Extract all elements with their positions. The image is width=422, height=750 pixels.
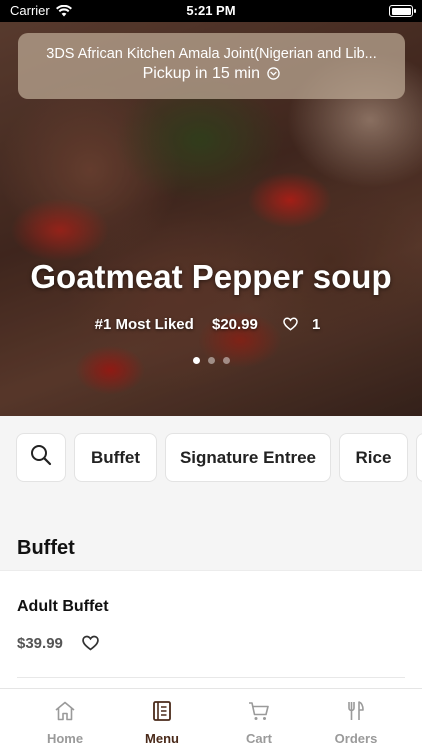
restaurant-pickup-card[interactable]: 3DS African Kitchen Amala Joint(Nigerian… xyxy=(18,33,405,99)
menu-item-price: $39.99 xyxy=(17,635,63,652)
section-title: Buffet xyxy=(17,537,75,559)
menu-book-icon xyxy=(112,699,212,723)
battery-icon xyxy=(389,5,416,17)
search-button[interactable] xyxy=(16,433,66,482)
category-chip-buffet[interactable]: Buffet xyxy=(74,433,157,482)
home-icon xyxy=(15,699,115,723)
featured-dish-title: Goatmeat Pepper soup xyxy=(30,258,392,295)
menu-item-name: Adult Buffet xyxy=(17,598,109,615)
favorite-heart-icon[interactable] xyxy=(82,635,99,656)
app-screen: Carrier 5:21 PM 3DS African Kitchen Amal… xyxy=(0,0,422,750)
cart-icon xyxy=(209,699,309,723)
like-count[interactable]: 1 xyxy=(276,316,327,333)
tab-cart[interactable]: Cart xyxy=(209,699,309,746)
tab-orders[interactable]: Orders xyxy=(306,699,406,746)
category-chip-more[interactable] xyxy=(416,433,422,482)
tab-menu[interactable]: Menu xyxy=(112,699,212,746)
clock-time: 5:21 PM xyxy=(186,3,236,18)
featured-dish-meta: #1 Most Liked $20.99 1 xyxy=(0,316,422,335)
category-chip-bar[interactable]: Buffet Signature Entree Rice xyxy=(0,416,422,500)
heart-icon xyxy=(283,317,298,335)
pickup-time-label: Pickup in 15 min xyxy=(142,65,260,82)
category-chip-rice[interactable]: Rice xyxy=(339,433,408,482)
tab-menu-label: Menu xyxy=(145,731,179,746)
like-count-value: 1 xyxy=(312,316,321,333)
carousel-dot[interactable] xyxy=(222,357,230,364)
carousel-page-indicator[interactable] xyxy=(0,357,422,364)
tab-orders-label: Orders xyxy=(334,731,378,746)
category-chip-signature-entree[interactable]: Signature Entree xyxy=(165,433,331,482)
chevron-down-circle-icon xyxy=(267,67,281,85)
tab-home-label: Home xyxy=(46,731,84,746)
fork-knife-icon xyxy=(306,699,406,723)
featured-dish-banner[interactable]: Carrier 5:21 PM 3DS African Kitchen Amal… xyxy=(0,0,422,416)
carousel-dot[interactable] xyxy=(207,357,215,364)
carousel-dot[interactable] xyxy=(192,357,200,364)
most-liked-badge: #1 Most Liked xyxy=(94,316,194,333)
search-icon xyxy=(30,444,52,471)
tab-cart-label: Cart xyxy=(245,731,272,746)
bottom-tab-bar: Home Menu Cart Orders xyxy=(0,688,422,750)
status-bar: Carrier 5:21 PM xyxy=(0,0,422,22)
restaurant-name: 3DS African Kitchen Amala Joint(Nigerian… xyxy=(46,46,377,62)
featured-dish-price: $20.99 xyxy=(211,316,258,333)
divider xyxy=(17,677,405,678)
pickup-time-selector[interactable]: Pickup in 15 min xyxy=(18,65,405,85)
menu-item-card[interactable]: Adult Buffet $39.99 xyxy=(0,570,422,690)
tab-home[interactable]: Home xyxy=(15,699,115,746)
